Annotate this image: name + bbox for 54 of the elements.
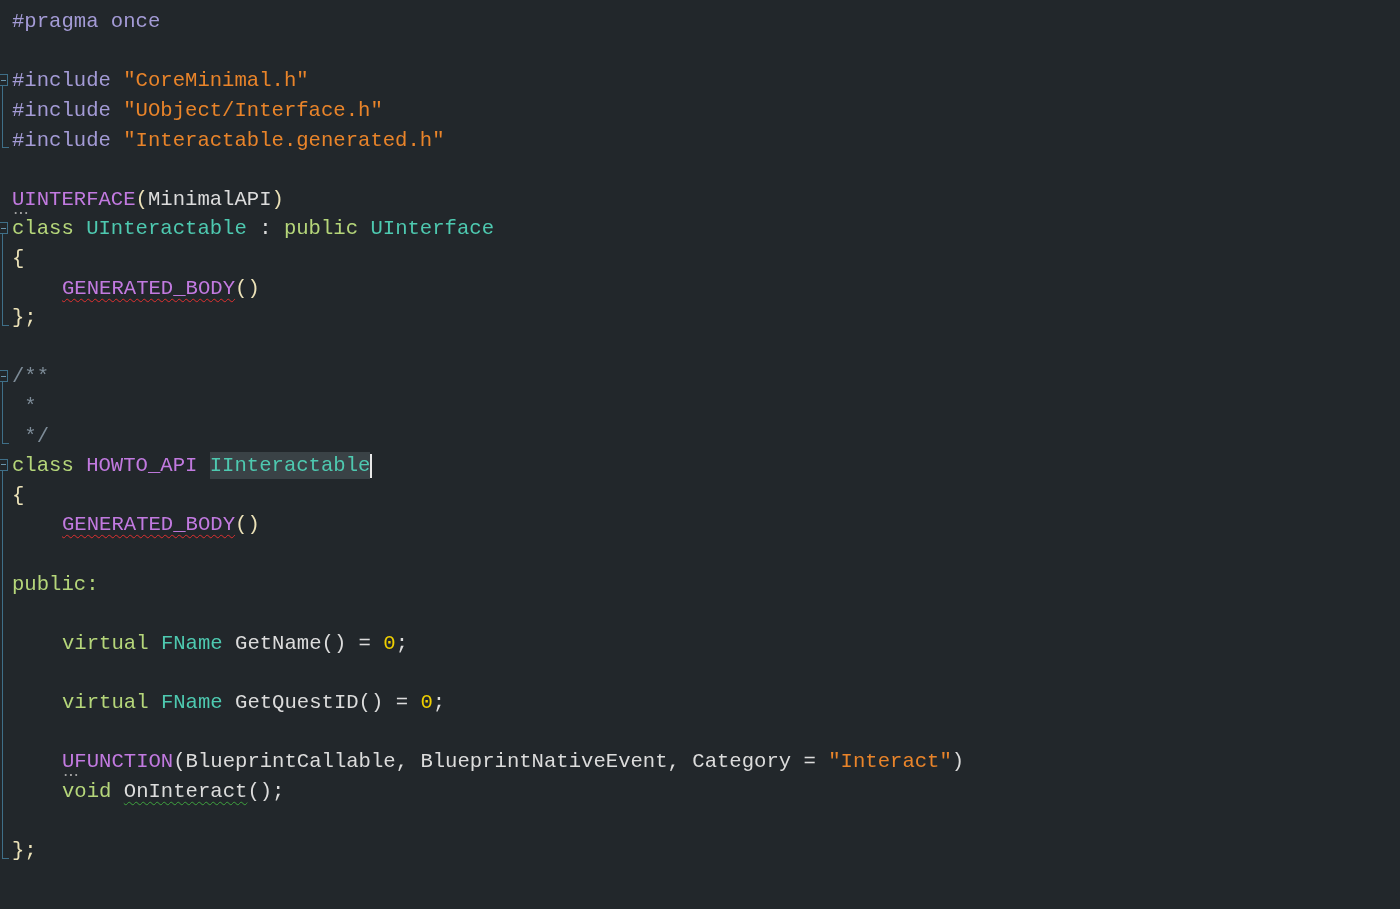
string-literal: "Interactable.generated.h": [123, 129, 445, 151]
code-text: (BlueprintCallable, BlueprintNativeEvent, Category =: [173, 751, 817, 773]
punctuation: (): [235, 514, 260, 536]
hint-dots-icon[interactable]: [63, 774, 79, 777]
string-literal: "Interact": [828, 751, 952, 773]
punctuation: };: [12, 839, 37, 861]
preprocessor-directive: #include: [12, 100, 112, 122]
comment: /**: [12, 366, 50, 388]
code-text: ();: [247, 780, 285, 802]
code-text: MinimalAPI: [147, 188, 272, 210]
collapse-icon[interactable]: [0, 370, 8, 383]
type-name: UInterface: [370, 218, 494, 240]
comment: *: [23, 396, 37, 417]
punctuation: {: [12, 484, 25, 506]
type-name: FName: [160, 632, 223, 654]
punctuation: ): [271, 188, 284, 210]
punctuation: };: [12, 307, 37, 329]
hint-dots-icon[interactable]: [13, 211, 29, 214]
punctuation: (): [235, 277, 260, 299]
keyword: class: [12, 455, 75, 477]
type-name: IInteractable: [209, 452, 371, 480]
collapse-icon[interactable]: [0, 458, 8, 471]
keyword: void: [62, 780, 113, 802]
number-literal: 0: [383, 632, 396, 654]
macro-name: UINTERFACE: [12, 188, 136, 210]
collapse-icon[interactable]: [0, 74, 8, 87]
number-literal: 0: [420, 691, 433, 713]
code-text: GetName() =: [234, 632, 372, 654]
string-literal: "UObject/Interface.h": [123, 100, 383, 122]
type-name: FName: [160, 691, 223, 713]
macro-name: HOWTO_API: [86, 455, 199, 477]
string-literal: "CoreMinimal.h": [123, 70, 309, 92]
code-text: :: [258, 218, 273, 240]
keyword: class: [12, 218, 75, 240]
punctuation: {: [12, 248, 25, 270]
macro-name: GENERATED_BODY: [62, 277, 236, 299]
keyword: public: [283, 218, 360, 240]
collapse-icon[interactable]: [0, 222, 8, 235]
code-text: GetQuestID() =: [234, 691, 410, 713]
macro-name: UFUNCTION: [62, 751, 174, 773]
type-name: UInteractable: [86, 218, 247, 240]
code-text: ;: [395, 632, 409, 654]
keyword: virtual: [62, 691, 150, 713]
comment: */: [23, 425, 50, 447]
punctuation: (: [135, 188, 148, 210]
code-text: OnInteract: [123, 780, 248, 802]
preprocessor-directive: #include: [12, 129, 112, 151]
code-text: ;: [432, 691, 446, 713]
keyword: public:: [12, 573, 99, 595]
code-text: ): [951, 751, 965, 773]
keyword: virtual: [62, 632, 150, 654]
macro-name: GENERATED_BODY: [62, 514, 236, 536]
preprocessor-directive: #include: [12, 70, 112, 92]
preprocessor-directive: #pragma once: [12, 11, 161, 33]
